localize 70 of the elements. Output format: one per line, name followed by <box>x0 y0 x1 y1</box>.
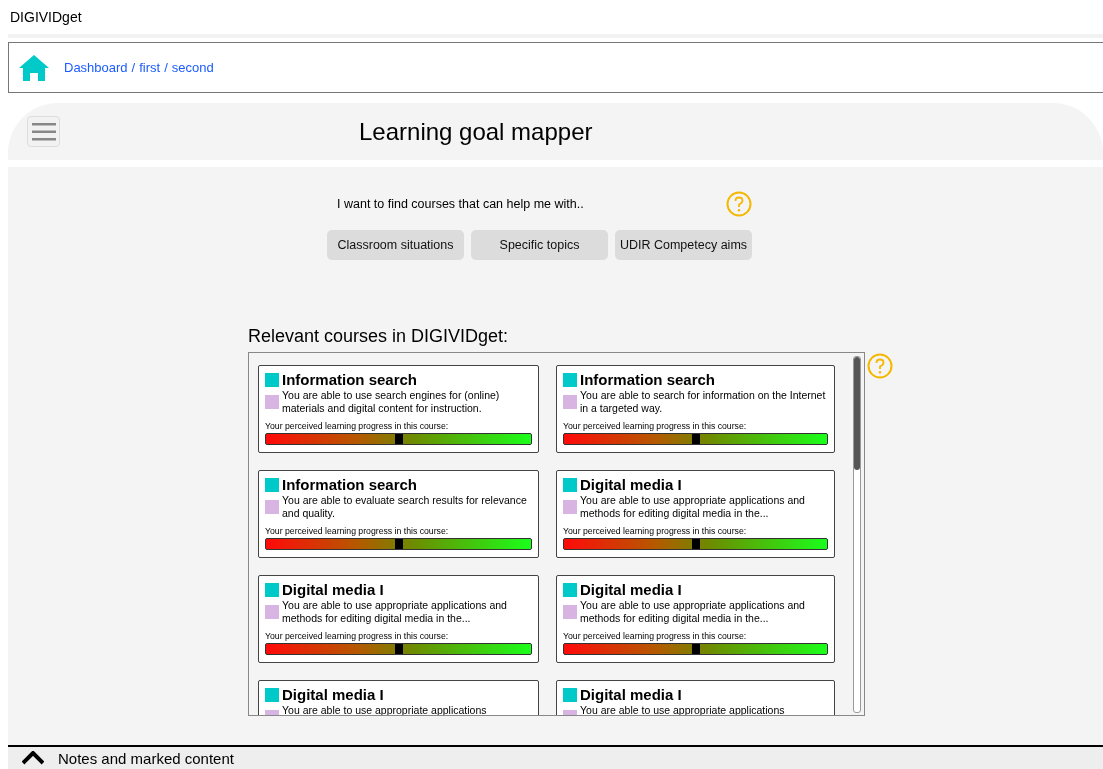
breadcrumb-link[interactable]: second <box>171 60 214 75</box>
breadcrumb-separator: / <box>131 60 136 75</box>
progress-label: Your perceived learning progress in this course: <box>265 526 450 536</box>
course-icon <box>265 582 279 597</box>
slider-thumb[interactable] <box>691 434 700 444</box>
goal-icon <box>563 605 577 619</box>
course-icon <box>563 687 577 702</box>
course-title: Digital media I <box>580 581 682 598</box>
course-description: You are able to use appropriate applications and methods for editing digital media in the... <box>282 599 508 625</box>
course-description: You are able to evaluate search results for relevance and quality. <box>282 494 528 520</box>
progress-label: Your perceived learning progress in this course: <box>265 631 450 641</box>
progress-slider[interactable] <box>265 643 532 655</box>
course-card[interactable]: Digital media I You are able to use appropriate applications and methods for editing digital media in the... Your perceived learning progress in this course: <box>556 470 835 558</box>
slider-thumb[interactable] <box>394 434 403 444</box>
progress-slider[interactable] <box>563 538 828 550</box>
slider-thumb[interactable] <box>691 539 700 549</box>
course-icon <box>265 687 279 702</box>
course-card[interactable]: Information search You are able to use search engines for (online) materials and digital content for instruction. Your perceived learning progress in this course: <box>258 365 539 453</box>
notes-bar[interactable]: Notes and marked content <box>8 745 1103 769</box>
course-title: Information search <box>282 371 418 388</box>
course-description: You are able to use search engines for (online) materials and digital content for instruction. <box>282 389 501 415</box>
course-card[interactable]: Digital media I You are able to use appropriate applications and methods for editing digital media in the... Your perceived learning progress in this course: <box>258 575 539 663</box>
progress-label: Your perceived learning progress in this course: <box>563 526 748 536</box>
filter-button[interactable]: UDIR Competecy aims <box>615 230 752 260</box>
filter-button[interactable]: Specific topics <box>471 230 608 260</box>
breadcrumb-link[interactable]: first <box>139 60 161 75</box>
goal-icon <box>563 395 577 409</box>
slider-thumb[interactable] <box>691 644 700 654</box>
filter-button[interactable]: Classroom situations <box>327 230 464 260</box>
scrollbar[interactable] <box>853 356 861 713</box>
slider-thumb[interactable] <box>394 539 403 549</box>
prompt-text: I want to find courses that can help me with.. <box>337 197 584 211</box>
progress-slider[interactable] <box>265 538 532 550</box>
progress-slider[interactable] <box>265 433 532 445</box>
course-title: Information search <box>580 371 716 388</box>
course-description: You are able to use appropriate applications and methods for editing digital media in the... <box>580 494 806 520</box>
goal-icon <box>563 500 577 514</box>
progress-slider[interactable] <box>563 433 828 445</box>
course-icon <box>563 372 577 387</box>
course-icon <box>563 582 577 597</box>
goal-icon <box>265 395 279 409</box>
goal-icon <box>265 605 279 619</box>
notes-label: Notes and marked content <box>58 749 234 767</box>
app-title: DIGIVIDget <box>10 9 82 25</box>
course-card[interactable]: Digital media I You are able to use appropriate applications and methods for editing digital media in the... Your perceived learning progress in this course: <box>556 575 835 663</box>
chevron-up-icon <box>22 751 44 765</box>
breadcrumb-separator: / <box>164 60 168 75</box>
course-icon <box>265 372 279 387</box>
course-title: Digital media I <box>580 476 682 493</box>
slider-thumb[interactable] <box>394 644 403 654</box>
course-title: Digital media I <box>282 581 384 598</box>
courses-heading: Relevant courses in DIGIVIDget: <box>248 326 510 347</box>
progress-label: Your perceived learning progress in this course: <box>265 421 450 431</box>
course-card[interactable]: Information search You are able to search for information on the Internet in a targeted way. Your perceived learning progress in this course: <box>556 365 835 453</box>
progress-label: Your perceived learning progress in this course: <box>563 631 748 641</box>
course-title: Information search <box>282 476 418 493</box>
goal-icon <box>265 500 279 514</box>
progress-slider[interactable] <box>563 643 828 655</box>
course-title: Digital media I <box>580 686 682 703</box>
course-card[interactable]: Information search You are able to evaluate search results for relevance and quality. Your perceived learning progress in this course: <box>258 470 539 558</box>
course-icon <box>265 477 279 492</box>
course-title: Digital media I <box>282 686 384 703</box>
course-description: You are able to use appropriate applications and methods for editing digital media in the... <box>580 599 806 625</box>
course-icon <box>563 477 577 492</box>
page-title: Learning goal mapper <box>359 117 593 146</box>
breadcrumb-link[interactable]: Dashboard <box>64 60 128 75</box>
course-description: You are able to search for information on the Internet in a targeted way. <box>580 389 827 415</box>
progress-label: Your perceived learning progress in this course: <box>563 421 748 431</box>
menu-icon <box>31 122 56 141</box>
menu-button[interactable] <box>27 116 60 147</box>
